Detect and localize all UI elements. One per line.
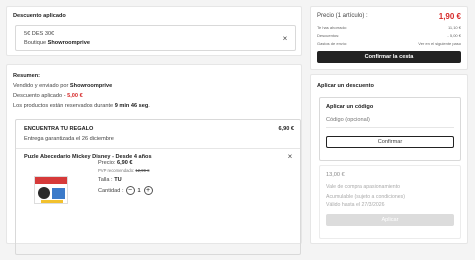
total-amount: 1,90 € [438, 12, 461, 21]
sold-by-name: Showroomprive [69, 83, 113, 89]
quantity-stepper: Cantidad : − 1 + [98, 186, 153, 195]
voucher-box: 13,00 € Vale de compra apasionamiento Ac… [319, 165, 461, 239]
savings-value: 11,10 € [447, 25, 461, 30]
promo-code-title: Aplicar un código [326, 104, 374, 110]
delivery-date: Entrega garantizada el 26 diciembre [24, 136, 114, 142]
quantity-value: 1 [137, 187, 141, 194]
shipping-label: Gastos de envío: [317, 41, 348, 46]
coupon-code: 5€ DES 30€ [24, 31, 55, 37]
product-price: 6,90 € [116, 160, 133, 166]
discounts-label: Descuentos: [317, 33, 340, 38]
confirm-cart-button[interactable]: Confirmar la cesta [317, 51, 461, 63]
gift-title: ENCUENTRA TU REGALO [24, 126, 94, 132]
recommended-price: 12,99 € [135, 168, 150, 173]
size-label: Talla : [98, 177, 113, 183]
recommended-label: PVP recomendado: [98, 168, 135, 173]
discounts-row: Descuentos: - 5,00 € [317, 33, 461, 38]
discount-prefix: Descuento aplicado - [13, 93, 66, 99]
voucher-validity: Válido hasta el 27/3/2026 [326, 202, 385, 208]
promo-code-input[interactable] [326, 114, 454, 126]
discount-value: 5,00 € [67, 93, 83, 99]
coupon-shop-prefix: Boutique [24, 40, 47, 46]
sold-by-line: Vendido y enviado por Showroomprive [13, 83, 112, 89]
divider [16, 148, 300, 149]
price-items-label: Precio (1 artículo) : [317, 13, 368, 19]
shipping-row: Gastos de envío: Ver en el siguiente pas… [317, 41, 461, 46]
totals-card: Precio (1 artículo) : 1,90 € Te has ahor… [310, 6, 468, 70]
voucher-conditions: Acumulable (sujeto a condiciones) [326, 194, 406, 200]
discount-line: Descuento aplicado - 5,00 € [13, 93, 83, 99]
size-line: Talla : TU [98, 177, 122, 183]
coupon-shop: Boutique Showroomprive [24, 40, 90, 46]
product-image[interactable] [34, 176, 68, 204]
apply-voucher-button[interactable]: Aplicar [326, 214, 454, 226]
savings-row: Te has ahorrado: 11,10 € [317, 25, 461, 30]
discounts-value: - 5,00 € [447, 33, 461, 38]
gift-price: 6,90 € [278, 126, 294, 132]
price-label: Precio: [98, 160, 116, 166]
increase-quantity-button[interactable]: + [143, 186, 153, 195]
recommended-price-line: PVP recomendado: 12,99 € [98, 168, 149, 173]
coupon-shop-name: Showroomprive [47, 40, 90, 46]
remove-coupon-close-icon[interactable]: × [281, 35, 289, 43]
apply-discount-card: Aplicar un descuento Aplicar un código C… [310, 74, 468, 244]
reservation-line: Los productos están reservados durante 9… [13, 103, 150, 109]
confirm-code-button[interactable]: Confirmar [326, 136, 454, 148]
voucher-amount: 13,00 € [326, 172, 345, 178]
reservation-prefix: Los productos están reservados durante [13, 103, 114, 109]
discount-applied-title: Descuento aplicado [13, 13, 66, 19]
summary-title: Resumen: [13, 73, 41, 79]
sold-by-prefix: Vendido y enviado por [13, 83, 69, 89]
shipping-value: Ver en el siguiente paso [418, 41, 461, 46]
savings-label: Te has ahorrado: [317, 25, 348, 30]
quantity-label: Cantidad : [98, 187, 124, 194]
gift-section: ENCUENTRA TU REGALO 6,90 € Entrega garan… [15, 119, 301, 255]
applied-coupon: 5€ DES 30€ Boutique Showroomprive × [15, 25, 296, 51]
order-summary-card: Resumen: Vendido y enviado por Showroomp… [6, 64, 302, 255]
decrease-quantity-button[interactable]: − [125, 186, 135, 195]
promo-code-box: Aplicar un código Confirmar [319, 97, 461, 161]
apply-discount-title: Aplicar un descuento [317, 83, 374, 89]
reservation-timer: 9 min 46 seg [114, 103, 149, 109]
remove-product-close-icon[interactable]: × [286, 153, 294, 161]
input-underline [326, 127, 454, 128]
discount-applied-card: Descuento aplicado 5€ DES 30€ Boutique S… [6, 6, 302, 56]
product-price-line: Precio: 6,90 € [98, 160, 133, 166]
reservation-suffix: . [148, 103, 150, 109]
voucher-name: Vale de compra apasionamiento [326, 184, 401, 190]
size-value: TU [114, 177, 122, 183]
